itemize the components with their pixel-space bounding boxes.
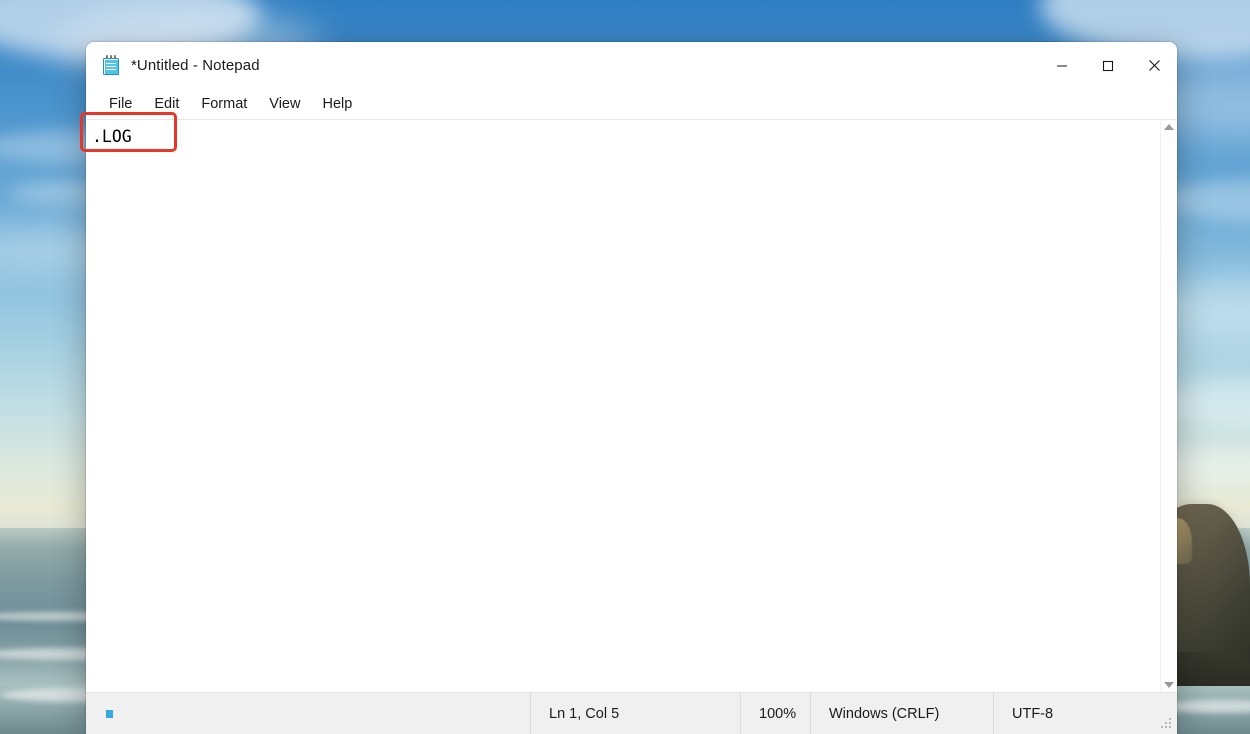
status-line-ending[interactable]: Windows (CRLF) (810, 693, 993, 734)
maximize-button[interactable] (1085, 42, 1131, 89)
text-editor[interactable]: .LOG (86, 120, 1160, 692)
notepad-icon (102, 55, 121, 76)
caret-indicator (106, 709, 113, 718)
status-bar-spacer (86, 693, 530, 734)
menu-item-help[interactable]: Help (311, 90, 363, 118)
window-title: *Untitled - Notepad (131, 57, 260, 74)
menu-bar: File Edit Format View Help (86, 89, 1177, 120)
menu-item-edit[interactable]: Edit (143, 90, 190, 118)
status-bar: Ln 1, Col 5 100% Windows (CRLF) UTF-8 (86, 692, 1177, 734)
vertical-scrollbar[interactable] (1160, 120, 1177, 692)
menu-item-file[interactable]: File (98, 90, 143, 118)
notepad-window: *Untitled - Notepad File Edit Format Vie… (86, 42, 1177, 734)
menu-item-view[interactable]: View (258, 90, 311, 118)
title-bar-left: *Untitled - Notepad (86, 55, 260, 76)
status-position[interactable]: Ln 1, Col 5 (530, 693, 740, 734)
title-bar[interactable]: *Untitled - Notepad (86, 42, 1177, 89)
window-controls (1039, 42, 1177, 89)
menu-item-format[interactable]: Format (190, 90, 258, 118)
scrollbar-track[interactable] (1161, 130, 1177, 682)
scroll-down-icon[interactable] (1164, 682, 1174, 688)
editor-area: .LOG (86, 120, 1177, 692)
status-zoom[interactable]: 100% (740, 693, 810, 734)
status-encoding[interactable]: UTF-8 (993, 693, 1177, 734)
minimize-button[interactable] (1039, 42, 1085, 89)
close-button[interactable] (1131, 42, 1177, 89)
resize-grip-icon[interactable] (1160, 718, 1172, 730)
